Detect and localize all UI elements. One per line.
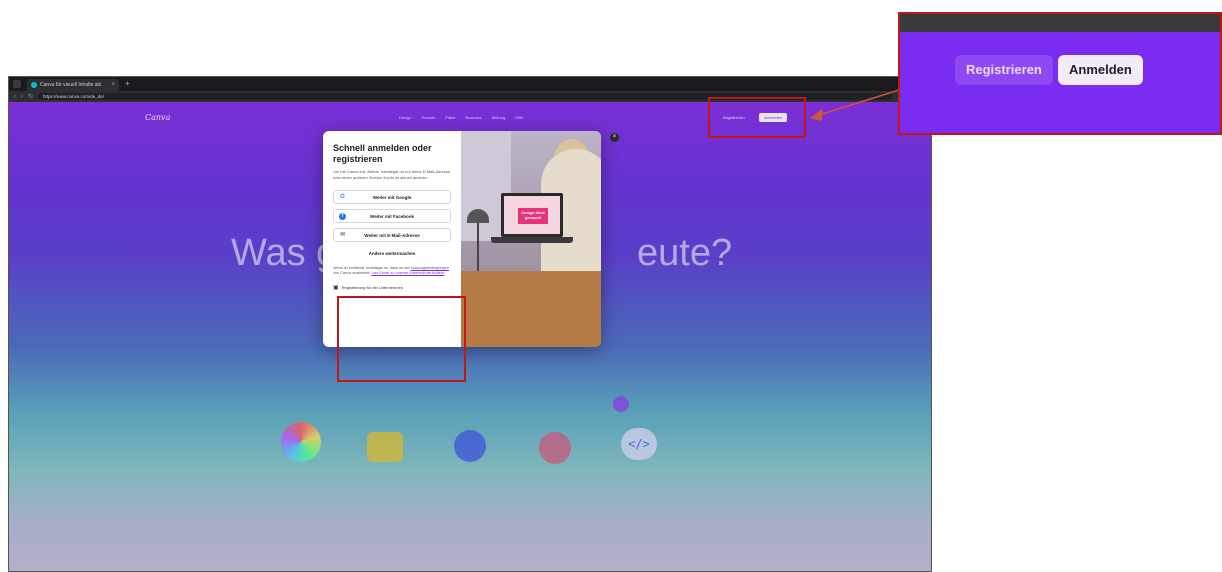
zoom-login-button[interactable]: Anmelden — [1058, 55, 1143, 85]
terms-middle: von Canva zustimmst. — [333, 271, 371, 275]
hero-heading-right: eute? — [637, 232, 733, 274]
facebook-login-button[interactable]: f Weiter mit Facebook — [333, 209, 451, 223]
modal-title: Schnell anmelden oder registrieren — [333, 143, 432, 164]
nav-item[interactable]: Produkt — [421, 115, 435, 120]
company-signup-link[interactable]: ▣ Registrierung für ein Unternehmen — [333, 284, 451, 291]
close-icon[interactable]: × — [610, 133, 619, 142]
lamp-stem — [477, 223, 479, 273]
nav-item[interactable]: Hilfe — [515, 115, 523, 120]
nav-item[interactable]: Bildung — [492, 115, 505, 120]
tab-canva[interactable]: Canva für visuell Inhalte als × — [27, 79, 119, 91]
terms-link[interactable]: Nutzungsbedingungen — [411, 266, 449, 270]
highlight-auth-options — [337, 296, 466, 382]
highlight-header-buttons — [708, 97, 806, 138]
laptop-base — [491, 237, 573, 243]
email-login-label: Weiter mit E-Mail-Adresse — [364, 232, 420, 238]
google-login-label: Weiter mit Google — [372, 194, 412, 200]
window-menu-icon[interactable] — [13, 80, 21, 88]
canva-logo[interactable]: Canva — [145, 113, 170, 122]
photo-app-icon — [539, 432, 571, 464]
code-icon: </> — [621, 428, 657, 460]
terms-intro: Wenn du fortfährst, bestätigst du, dass … — [333, 266, 410, 270]
new-tab-icon[interactable]: + — [125, 80, 130, 88]
folder-icon — [367, 432, 403, 462]
modal-description: Um mit Canva fort. Aktivis, handlegst du… — [333, 169, 451, 180]
zoom-register-button[interactable]: Registrieren — [955, 55, 1053, 85]
laptop-screen: Design lässt gemacht — [501, 193, 563, 237]
tab-title: Canva für visuell Inhalte als — [40, 82, 102, 88]
laptop-display: Design lässt gemacht — [504, 196, 560, 234]
desk — [461, 271, 601, 347]
google-icon: G — [340, 194, 345, 200]
nav-item[interactable]: Business — [465, 115, 481, 120]
zoom-topbar — [900, 14, 1220, 32]
mail-icon: ✉ — [339, 232, 346, 238]
facebook-icon: f — [339, 213, 346, 220]
google-login-button[interactable]: G Weiter mit Google — [333, 190, 451, 204]
circle-app-icon — [454, 430, 486, 462]
tab-bar: Canva für visuell Inhalte als × + — [9, 77, 931, 91]
privacy-link[interactable]: Lies Endet zu unserer Datenschutzrichtli… — [371, 271, 444, 275]
color-wheel-icon — [281, 422, 321, 462]
back-icon[interactable]: ‹ — [14, 94, 16, 100]
zoom-callout: Registrieren Anmelden — [898, 12, 1222, 135]
nav-item[interactable]: Design — [399, 115, 411, 120]
sparkle-icon — [613, 396, 629, 412]
reload-icon[interactable]: ↻ — [28, 94, 33, 100]
site-nav: Design Produkt Pläne Business Bildung Hi… — [399, 115, 523, 120]
forward-icon[interactable]: › — [21, 94, 23, 100]
hero-heading-left: Was g — [231, 232, 338, 274]
modal-illustration: Design lässt gemacht — [461, 131, 601, 347]
building-icon: ▣ — [333, 285, 339, 291]
tab-close-icon[interactable]: × — [111, 82, 115, 88]
facebook-login-label: Weiter mit Facebook — [370, 213, 414, 219]
nav-item[interactable]: Pläne — [445, 115, 455, 120]
canva-favicon-icon — [31, 82, 37, 88]
email-login-button[interactable]: ✉ Weiter mit E-Mail-Adresse — [333, 228, 451, 242]
other-login-button[interactable]: Andere weitermachen — [333, 247, 451, 260]
display-banner: Design lässt gemacht — [518, 208, 548, 224]
screenshot-root: Canva für visuell Inhalte als × + ‹ › ↻ … — [0, 0, 1222, 572]
terms-text: Wenn du fortfährst, bestätigst du, dass … — [333, 266, 451, 276]
company-signup-label: Registrierung für ein Unternehmen — [341, 285, 404, 290]
